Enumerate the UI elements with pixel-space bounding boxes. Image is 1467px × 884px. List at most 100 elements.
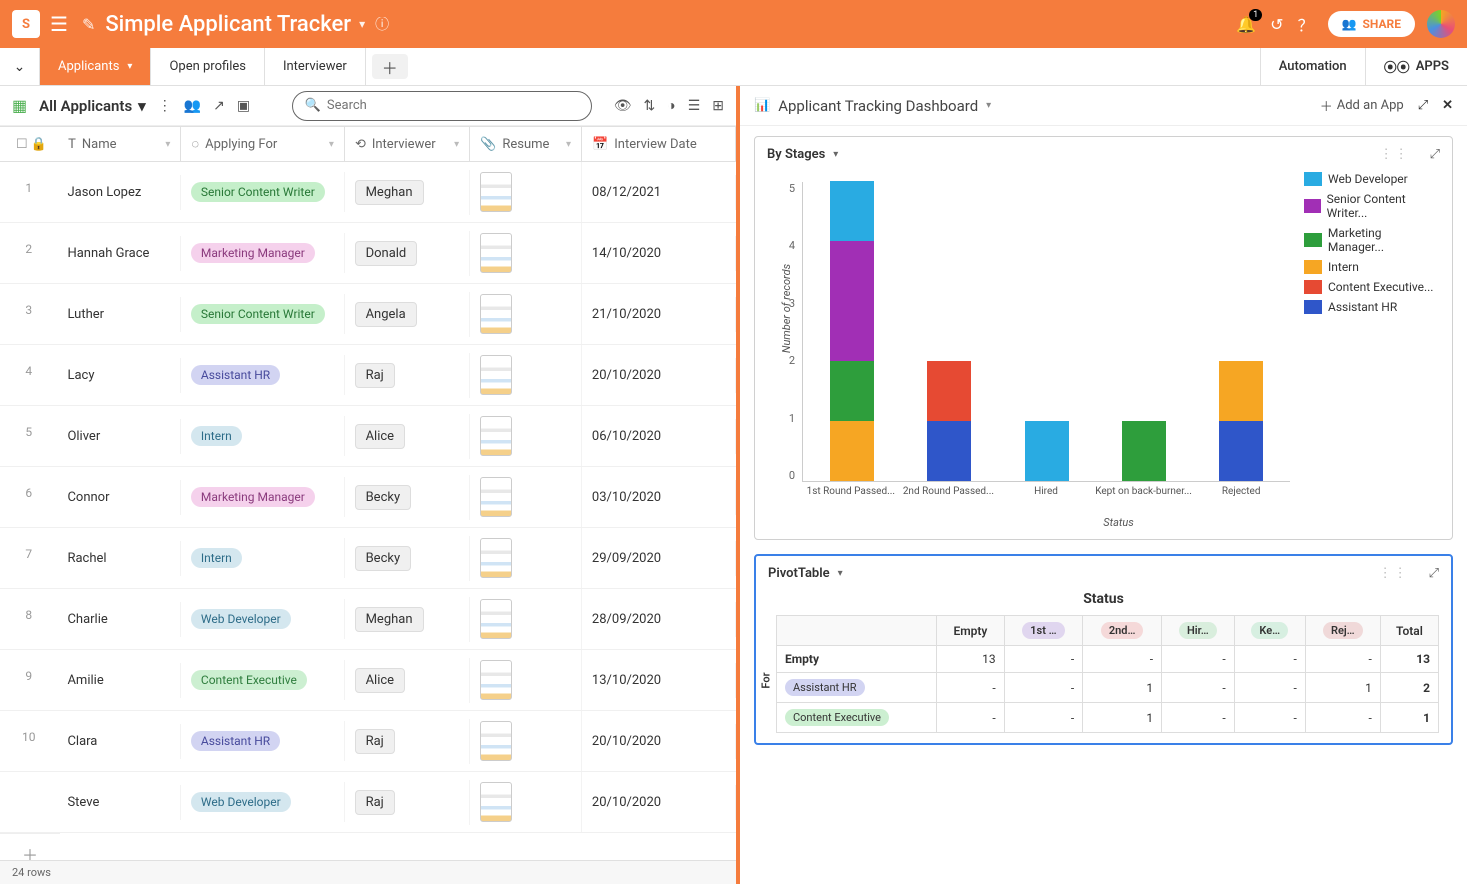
- grid-view-icon[interactable]: ▦: [12, 96, 27, 115]
- cell-applying-for[interactable]: Web Developer: [181, 782, 345, 822]
- drag-handle-icon[interactable]: ⋮⋮: [1380, 147, 1410, 162]
- app-logo[interactable]: S: [12, 10, 40, 38]
- resume-thumbnail[interactable]: [480, 660, 512, 700]
- expand-dashboard-icon[interactable]: ⤢: [1418, 98, 1428, 113]
- cell-date[interactable]: 03/10/2020: [582, 480, 736, 515]
- cell-resume[interactable]: [470, 528, 582, 588]
- cell-resume[interactable]: [470, 711, 582, 771]
- chevron-down-icon[interactable]: ▾: [833, 149, 838, 160]
- menu-icon[interactable]: ☰: [50, 12, 68, 36]
- resume-thumbnail[interactable]: [480, 782, 512, 822]
- cell-interviewer[interactable]: Alice: [345, 414, 470, 459]
- pivot-col-header[interactable]: Total: [1380, 616, 1438, 646]
- cell-resume[interactable]: [470, 772, 582, 832]
- cell-applying-for[interactable]: Senior Content Writer: [181, 294, 345, 334]
- table-row[interactable]: 4LacyAssistant HRRaj20/10/2020: [0, 345, 736, 406]
- pivot-cell[interactable]: -: [1305, 703, 1380, 733]
- user-avatar[interactable]: [1427, 10, 1455, 38]
- cell-resume[interactable]: [470, 467, 582, 527]
- col-interview-date[interactable]: 📅Interview Date: [582, 127, 736, 161]
- cell-date[interactable]: 29/09/2020: [582, 541, 736, 576]
- table-row[interactable]: 8CharlieWeb DeveloperMeghan28/09/2020: [0, 589, 736, 650]
- share-button[interactable]: 👥 SHARE: [1328, 11, 1415, 37]
- cell-interviewer[interactable]: Meghan: [345, 597, 470, 642]
- expand-widget-icon[interactable]: ⤢: [1430, 147, 1440, 162]
- collaborators-icon[interactable]: 👥: [184, 98, 201, 114]
- add-tab-button[interactable]: ＋: [372, 54, 408, 79]
- col-resume[interactable]: 📎Resume▾: [470, 127, 582, 161]
- cell-date[interactable]: 21/10/2020: [582, 297, 736, 332]
- cell-resume[interactable]: [470, 345, 582, 405]
- table-row[interactable]: 10ClaraAssistant HRRaj20/10/2020: [0, 711, 736, 772]
- cell-name[interactable]: Jason Lopez: [57, 175, 180, 210]
- chevron-down-icon[interactable]: ▾: [138, 97, 146, 115]
- cell-applying-for[interactable]: Web Developer: [181, 599, 345, 639]
- cell-resume[interactable]: [470, 162, 582, 222]
- resume-thumbnail[interactable]: [480, 233, 512, 273]
- view-name[interactable]: All Applicants ▾: [39, 97, 146, 115]
- color-icon[interactable]: ◑: [667, 97, 675, 114]
- cell-applying-for[interactable]: Marketing Manager: [181, 477, 345, 517]
- cell-interviewer[interactable]: Angela: [345, 292, 470, 337]
- cell-date[interactable]: 14/10/2020: [582, 236, 736, 271]
- apps-button[interactable]: ⦿⦿ APPS: [1366, 48, 1467, 85]
- tab[interactable]: Applicants▾: [40, 48, 151, 85]
- history-icon[interactable]: ↺: [1270, 15, 1283, 34]
- resume-thumbnail[interactable]: [480, 538, 512, 578]
- pivot-row[interactable]: Content Executive--1---1: [777, 703, 1439, 733]
- chevron-down-icon[interactable]: ▾: [127, 61, 132, 72]
- bar-group[interactable]: [1095, 421, 1192, 481]
- pivot-cell[interactable]: -: [1162, 673, 1235, 703]
- bar-group[interactable]: [900, 361, 997, 481]
- resume-thumbnail[interactable]: [480, 721, 512, 761]
- table-row[interactable]: 1Jason LopezSenior Content WriterMeghan0…: [0, 162, 736, 223]
- bar-group[interactable]: [803, 181, 900, 481]
- tab[interactable]: Open profiles: [151, 48, 265, 85]
- cell-resume[interactable]: [470, 223, 582, 283]
- pivot-cell[interactable]: -: [1162, 703, 1235, 733]
- pivot-widget[interactable]: PivotTable ▾ ⋮⋮ ⤢ Status For Empty1st …2…: [754, 554, 1453, 745]
- cell-interviewer[interactable]: Raj: [345, 719, 470, 764]
- cell-name[interactable]: Steve: [57, 785, 180, 820]
- cell-applying-for[interactable]: Content Executive: [181, 660, 345, 700]
- resume-thumbnail[interactable]: [480, 294, 512, 334]
- pivot-cell[interactable]: 2: [1380, 673, 1438, 703]
- cell-interviewer[interactable]: Becky: [345, 536, 470, 581]
- pivot-table[interactable]: Empty1st …2nd…Hir…Ke…Rej…Total Empty13--…: [776, 615, 1439, 733]
- cell-name[interactable]: Oliver: [57, 419, 180, 454]
- cell-interviewer[interactable]: Raj: [345, 353, 470, 398]
- add-row-button[interactable]: ＋: [0, 833, 60, 860]
- pivot-cell[interactable]: -: [1083, 646, 1162, 673]
- col-applying-for[interactable]: ◌Applying For▾: [181, 127, 345, 161]
- cell-name[interactable]: Luther: [57, 297, 180, 332]
- pivot-col-header[interactable]: Rej…: [1305, 616, 1380, 646]
- resume-thumbnail[interactable]: [480, 599, 512, 639]
- panel-divider-handle[interactable]: [736, 485, 740, 525]
- cell-interviewer[interactable]: Meghan: [345, 170, 470, 215]
- chevron-down-icon[interactable]: ▾: [838, 568, 843, 579]
- group-icon[interactable]: ⊞: [712, 98, 724, 114]
- chevron-down-icon[interactable]: ▾: [359, 17, 365, 31]
- pivot-cell[interactable]: -: [1004, 673, 1083, 703]
- notification-bell-icon[interactable]: 🔔1: [1236, 15, 1256, 34]
- edit-icon[interactable]: ✎: [82, 15, 95, 34]
- table-row[interactable]: 3LutherSenior Content WriterAngela21/10/…: [0, 284, 736, 345]
- info-icon[interactable]: ⓘ: [375, 14, 389, 34]
- table-row[interactable]: SteveWeb DeveloperRaj20/10/2020: [0, 772, 736, 833]
- cell-date[interactable]: 13/10/2020: [582, 663, 736, 698]
- more-icon[interactable]: ⋮: [158, 98, 172, 114]
- bar-group[interactable]: [1193, 361, 1290, 481]
- cell-interviewer[interactable]: Raj: [345, 780, 470, 825]
- pivot-row[interactable]: Assistant HR--1--12: [777, 673, 1439, 703]
- cell-name[interactable]: Connor: [57, 480, 180, 515]
- close-dashboard-icon[interactable]: ✕: [1442, 98, 1453, 113]
- help-icon[interactable]: ？: [1298, 12, 1314, 36]
- legend-item[interactable]: Intern: [1304, 260, 1440, 274]
- hide-fields-icon[interactable]: 👁: [614, 98, 632, 114]
- sort-icon[interactable]: ☰: [688, 98, 701, 114]
- data-table[interactable]: ☐ 🔒 TName▾ ◌Applying For▾ ⟲Interviewer▾ …: [0, 126, 736, 860]
- app-title[interactable]: Simple Applicant Tracker: [105, 12, 351, 37]
- bar-group[interactable]: [998, 421, 1095, 481]
- pivot-cell[interactable]: -: [937, 673, 1004, 703]
- pivot-cell[interactable]: -: [937, 703, 1004, 733]
